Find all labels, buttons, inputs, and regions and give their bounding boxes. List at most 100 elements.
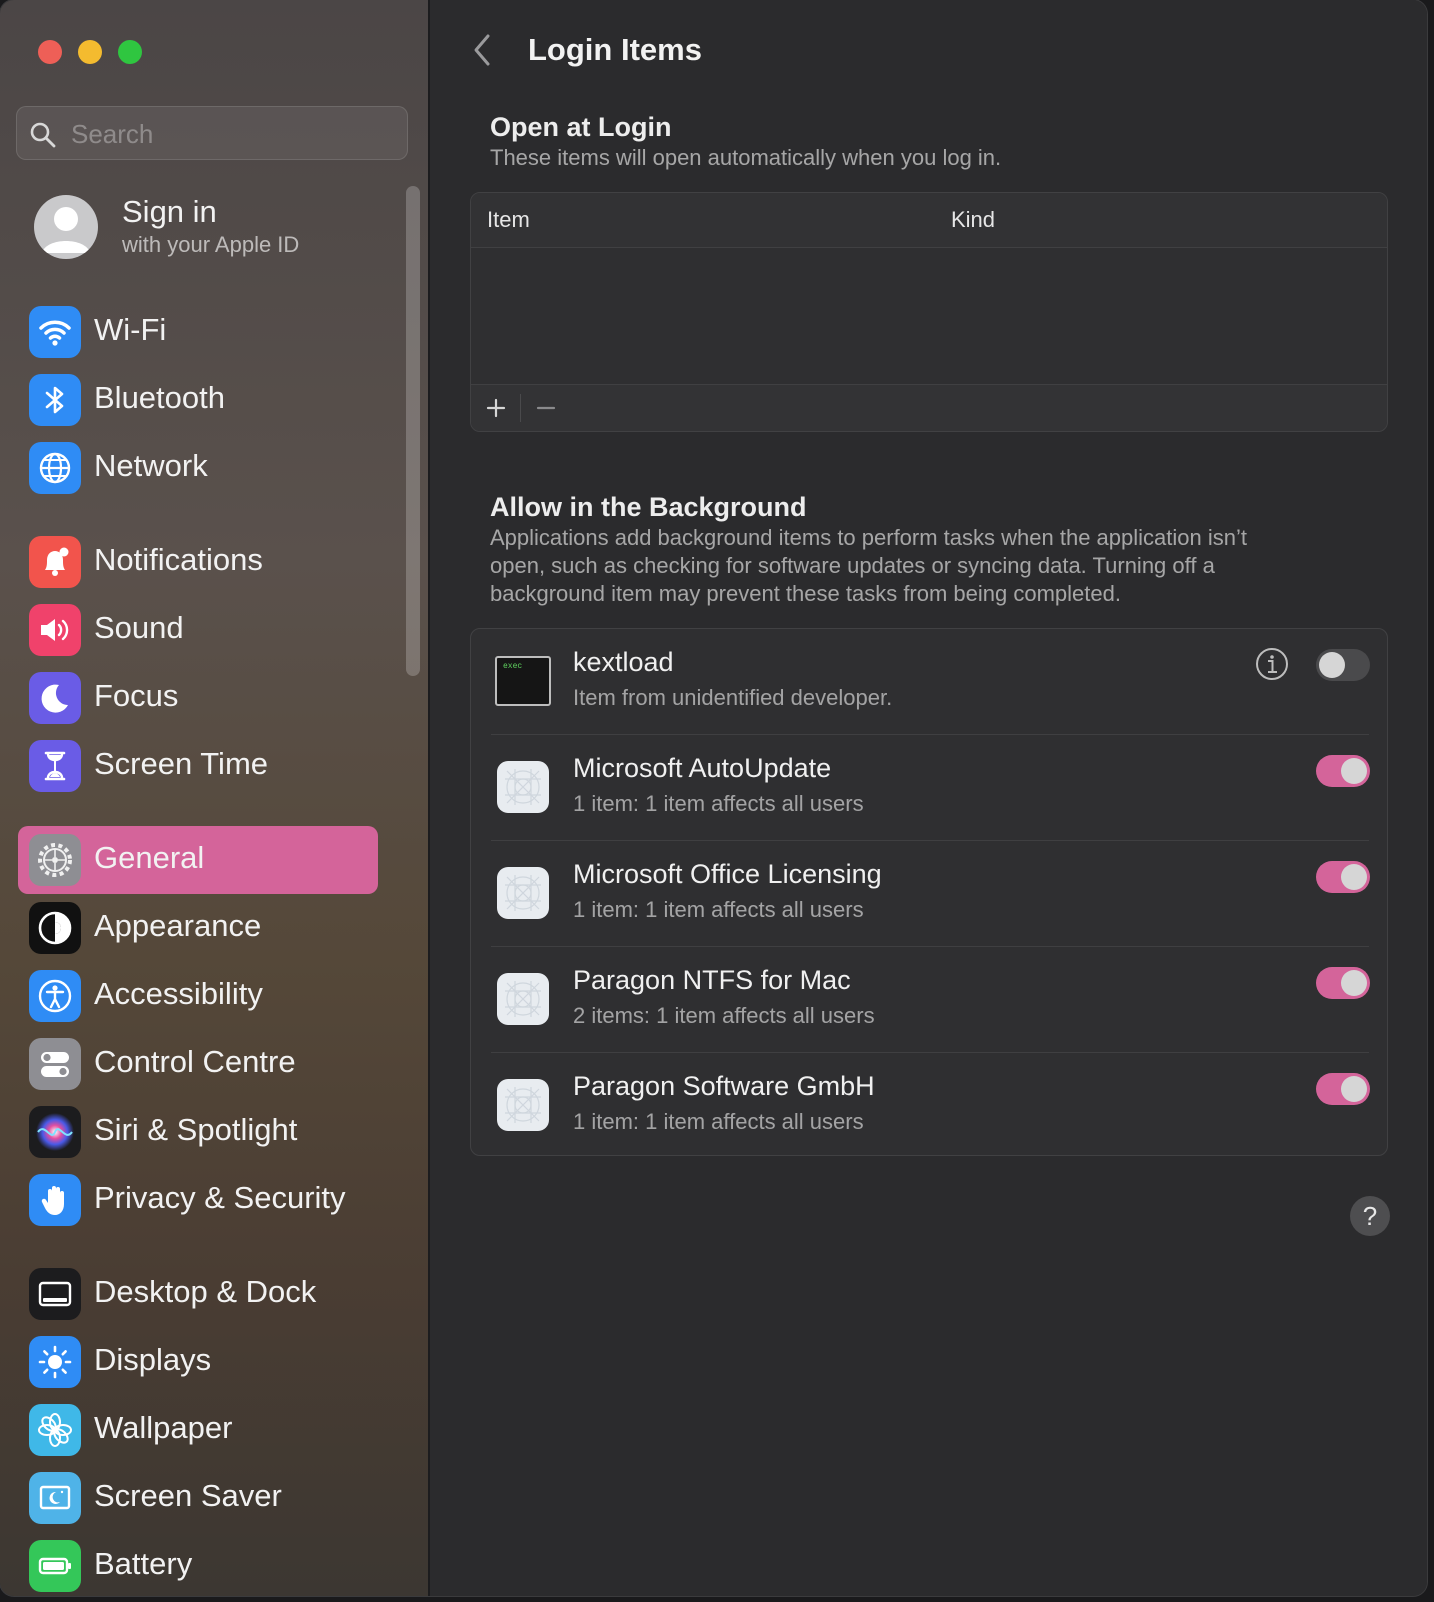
globe-icon [29,442,81,494]
open-at-login-description: These items will open automatically when… [490,145,1002,170]
column-header-kind[interactable]: Kind [951,207,995,233]
help-button[interactable]: ? [1350,1196,1390,1236]
toggle-knob [1341,758,1367,784]
avatar [34,195,98,259]
appearance-icon [29,902,81,954]
item-name: Microsoft Office Licensing [573,859,882,889]
table-footer [471,384,1387,431]
moon-icon [29,672,81,724]
sidebar-item-displays[interactable]: Displays [18,1328,378,1396]
toggle-knob [1341,970,1367,996]
background-item-paragon-software: Paragon Software GmbH 1 item: 1 item aff… [491,1053,1370,1155]
sidebar-item-battery[interactable]: Battery [18,1532,378,1596]
microsoft-office-licensing-toggle[interactable] [1316,861,1370,893]
speaker-icon [29,604,81,656]
sidebar-scrollbar[interactable] [406,186,420,676]
item-subtitle: 1 item: 1 item affects all users [573,897,864,922]
sidebar-item-label: Privacy & Security [94,1180,346,1215]
apple-id-sign-in[interactable]: Sign in with your Apple ID [34,192,404,262]
description-line: background item may prevent these tasks … [490,581,1121,606]
sidebar-item-label: Screen Saver [94,1478,282,1513]
close-window-button[interactable] [38,40,62,64]
toggle-knob [1341,864,1367,890]
sidebar-item-appearance[interactable]: Appearance [18,894,378,962]
page-title: Login Items [528,32,702,67]
paragon-ntfs-toggle[interactable] [1316,967,1370,999]
back-chevron-icon[interactable] [468,32,498,68]
background-item-paragon-ntfs: Paragon NTFS for Mac 2 items: 1 item aff… [491,947,1370,1053]
search-input[interactable] [69,115,393,153]
description-line: open, such as checking for software upda… [490,553,1215,578]
description-line: Applications add background items to per… [490,525,1247,550]
sidebar-item-siri-spotlight[interactable]: Siri & Spotlight [18,1098,378,1166]
sidebar-item-label: Desktop & Dock [94,1274,317,1309]
open-at-login-title: Open at Login [490,112,672,142]
sidebar-item-label: Appearance [94,908,262,943]
sidebar-item-label: Network [94,448,208,483]
sidebar-item-notifications[interactable]: Notifications [18,528,378,596]
hand-icon [29,1174,81,1226]
sidebar-item-privacy-security[interactable]: Privacy & Security [18,1166,378,1234]
item-subtitle: 1 item: 1 item affects all users [573,1109,864,1134]
sidebar-item-screen-time[interactable]: Screen Time [18,732,378,800]
main-pane: Login Items Open at Login These items wi… [430,0,1427,1596]
minimize-window-button[interactable] [78,40,102,64]
hourglass-icon [29,740,81,792]
table-header: Item Kind [471,193,1387,248]
sidebar-item-label: Notifications [94,542,263,577]
minus-icon [536,406,556,410]
remove-login-item-button[interactable] [529,391,563,425]
toggle-knob [1319,652,1345,678]
allow-background-description: Applications add background items to per… [490,524,1247,608]
button-separator [520,394,521,422]
sidebar-item-label: Control Centre [94,1044,296,1079]
search-icon [30,122,56,148]
sidebar-item-label: General [94,840,205,875]
sidebar-item-general[interactable]: General [18,826,378,894]
flower-icon [29,1404,81,1456]
sun-icon [29,1336,81,1388]
sidebar-item-label: Wi-Fi [94,312,167,347]
zoom-window-button[interactable] [118,40,142,64]
sidebar-item-control-centre[interactable]: Control Centre [18,1030,378,1098]
sign-in-subtitle: with your Apple ID [122,232,300,257]
app-placeholder-icon [495,865,551,921]
info-icon[interactable] [1255,647,1289,681]
allow-background-title: Allow in the Background [490,492,807,522]
item-subtitle: Item from unidentified developer. [573,685,893,710]
sidebar-item-network[interactable]: Network [18,434,378,502]
item-name: Paragon Software GmbH [573,1071,875,1101]
sidebar-item-label: Bluetooth [94,380,225,415]
battery-icon [29,1540,81,1592]
paragon-software-toggle[interactable] [1316,1073,1370,1105]
background-item-microsoft-office-licensing: Microsoft Office Licensing 1 item: 1 ite… [491,841,1370,947]
sidebar-item-label: Wallpaper [94,1410,233,1445]
column-header-item[interactable]: Item [487,207,530,233]
bluetooth-icon [29,374,81,426]
sidebar-item-wallpaper[interactable]: Wallpaper [18,1396,378,1464]
background-items-list: exec kextload Item from unidentified dev… [470,628,1388,1156]
sidebar-item-screen-saver[interactable]: Screen Saver [18,1464,378,1532]
background-item-microsoft-autoupdate: Microsoft AutoUpdate 1 item: 1 item affe… [491,735,1370,841]
item-name: Paragon NTFS for Mac [573,965,851,995]
toggle-knob [1341,1076,1367,1102]
accessibility-icon [29,970,81,1022]
add-login-item-button[interactable] [479,391,513,425]
sidebar-item-focus[interactable]: Focus [18,664,378,732]
background-item-kextload: exec kextload Item from unidentified dev… [491,629,1370,735]
sign-in-title: Sign in [122,194,217,229]
sidebar-item-accessibility[interactable]: Accessibility [18,962,378,1030]
kextload-toggle[interactable] [1316,649,1370,681]
app-placeholder-icon [495,1077,551,1133]
sidebar-item-bluetooth[interactable]: Bluetooth [18,366,378,434]
sidebar-item-wifi[interactable]: Wi-Fi [18,298,378,366]
microsoft-autoupdate-toggle[interactable] [1316,755,1370,787]
search-field[interactable] [16,106,408,160]
exec-terminal-icon: exec [495,653,551,709]
system-settings-window: Sign in with your Apple ID Wi-Fi Bluetoo… [0,0,1427,1596]
control-centre-icon [29,1038,81,1090]
sidebar-item-desktop-dock[interactable]: Desktop & Dock [18,1260,378,1328]
sidebar-item-sound[interactable]: Sound [18,596,378,664]
sidebar: Sign in with your Apple ID Wi-Fi Bluetoo… [0,0,430,1596]
login-items-table: Item Kind [470,192,1388,432]
